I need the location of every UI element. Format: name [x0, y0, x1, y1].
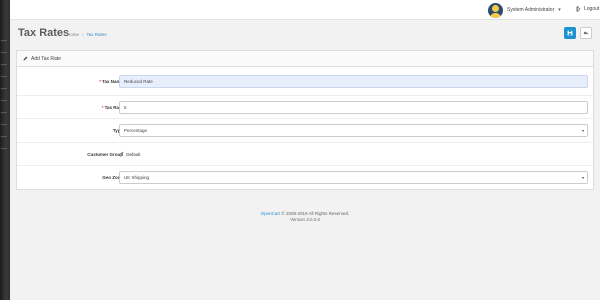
panel-heading: Add Tax Rate	[17, 51, 593, 67]
chevron-down-icon: ▾	[581, 128, 584, 133]
breadcrumb-home[interactable]: Home	[67, 32, 79, 37]
nav-mark[interactable]	[1, 76, 7, 77]
tax-rate-row: *Tax Rate 5	[17, 96, 593, 119]
required-marker: *	[101, 105, 104, 110]
customer-group-row: Customer Group ✔ Default	[17, 143, 593, 166]
geo-zone-row: Geo Zone UK Shipping ▾	[17, 166, 593, 190]
add-tax-rate-panel: Add Tax Rate *Tax Name Reduced Rate *Tax…	[16, 50, 594, 190]
nav-mark[interactable]	[1, 136, 7, 137]
page-title: Tax Rates	[18, 27, 70, 39]
save-button[interactable]	[564, 27, 576, 39]
logout-link[interactable]: Logout	[576, 6, 599, 12]
user-menu[interactable]: System Administrator ▾	[488, 2, 561, 18]
geo-zone-select-value: UK Shipping	[124, 175, 150, 180]
logout-label: Logout	[584, 6, 600, 12]
nav-mark[interactable]	[1, 148, 7, 149]
type-select-value: Percentage	[124, 128, 148, 133]
chevron-down-icon: ▾	[558, 7, 561, 13]
footer-version: Version 3.0.2.0	[289, 217, 321, 222]
breadcrumb-separator: ›	[82, 32, 84, 37]
back-button[interactable]	[580, 27, 592, 39]
nav-mark[interactable]	[1, 112, 7, 113]
breadcrumb-tax-rates[interactable]: Tax Rates	[87, 32, 107, 37]
required-marker: *	[99, 79, 102, 84]
panel-title: Add Tax Rate	[31, 55, 61, 62]
pencil-icon	[23, 56, 28, 61]
side-navigation-background	[0, 0, 10, 300]
nav-mark[interactable]	[1, 100, 7, 101]
customer-group-label: Customer Group	[87, 152, 123, 157]
geo-zone-select[interactable]: UK Shipping ▾	[119, 171, 588, 184]
tax-name-row: *Tax Name Reduced Rate	[17, 67, 593, 96]
tax-name-field[interactable]: Reduced Rate	[119, 75, 588, 88]
customer-group-default-checkbox[interactable]: ✔ Default	[120, 151, 140, 157]
nav-mark[interactable]	[1, 124, 7, 125]
sign-out-icon	[576, 6, 581, 12]
breadcrumb: Home › Tax Rates	[67, 32, 107, 37]
top-header: System Administrator ▾ Logout	[10, 0, 600, 20]
side-navigation	[0, 0, 10, 300]
checkmark-icon: ✔	[120, 151, 125, 157]
avatar	[488, 2, 503, 18]
nav-mark[interactable]	[1, 40, 7, 41]
footer: OpenCart © 2009-2019 All Rights Reserved…	[10, 211, 600, 223]
nav-mark[interactable]	[1, 64, 7, 65]
type-row: Type Percentage ▾	[17, 119, 593, 143]
tax-rate-field[interactable]: 5	[119, 101, 588, 114]
save-icon	[567, 30, 573, 36]
opencart-link[interactable]: OpenCart	[261, 211, 281, 216]
nav-mark[interactable]	[1, 88, 7, 89]
footer-copyright: © 2009-2019 All Rights Reserved.	[281, 211, 350, 216]
type-select[interactable]: Percentage ▾	[119, 124, 588, 137]
nav-mark[interactable]	[1, 52, 7, 53]
customer-group-option: Default	[126, 151, 141, 157]
chevron-down-icon: ▾	[581, 175, 584, 180]
reply-icon	[583, 31, 589, 36]
user-name: System Administrator	[507, 7, 555, 13]
